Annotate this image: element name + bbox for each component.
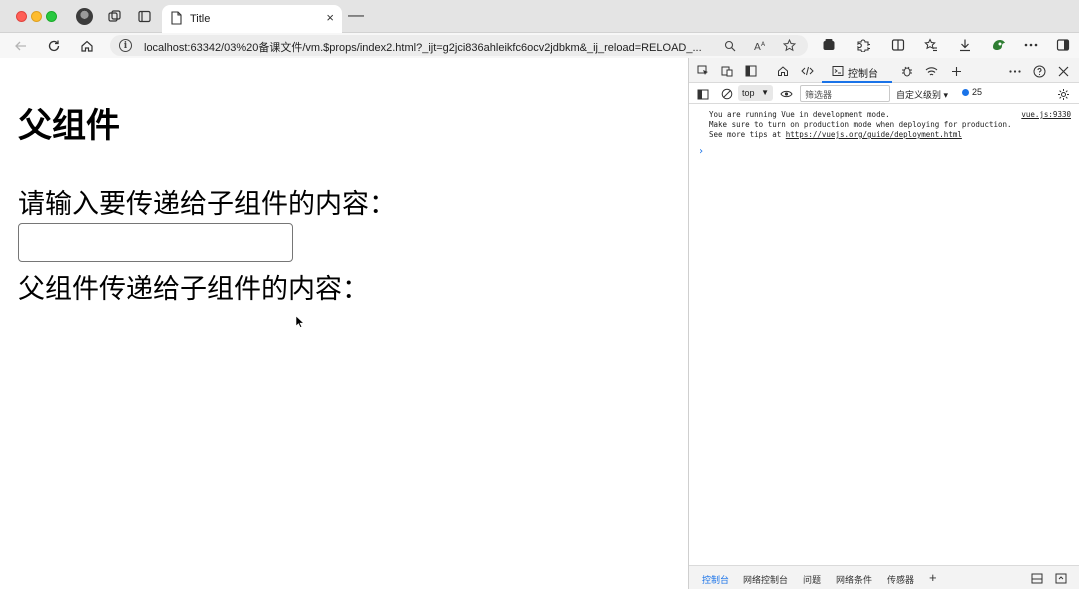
info-icon[interactable]: i bbox=[119, 39, 132, 52]
console-message: You are running Vue in development mode. bbox=[709, 110, 890, 119]
refresh-icon[interactable] bbox=[45, 37, 62, 54]
console-sidebar-icon[interactable] bbox=[695, 86, 711, 102]
input-label: 请输入要传递给子组件的内容： bbox=[18, 189, 396, 220]
drawer-tab-issues[interactable]: 问题 bbox=[803, 573, 821, 586]
new-tab-button[interactable]: — bbox=[348, 8, 364, 24]
maximize-window-button[interactable] bbox=[46, 11, 57, 22]
page-heading: 父组件 bbox=[18, 106, 120, 146]
context-select-value: top bbox=[742, 88, 755, 98]
minimize-window-button[interactable] bbox=[31, 11, 42, 22]
svg-text:A: A bbox=[754, 42, 761, 52]
close-drawer-icon[interactable] bbox=[1054, 571, 1068, 585]
workspaces-icon[interactable] bbox=[106, 8, 122, 24]
devtools-drawer: 控制台 网络控制台 问题 网络条件 传感器 + bbox=[689, 565, 1079, 589]
console-message-tips: See more tips at https://vuejs.org/guide… bbox=[709, 130, 1071, 140]
console-prompt[interactable]: › bbox=[698, 146, 704, 157]
page-viewport: 父组件 请输入要传递给子组件的内容： 父组件传递给子组件的内容： bbox=[0, 58, 688, 589]
context-select[interactable]: top ▼ bbox=[738, 85, 773, 101]
close-tab-button[interactable]: × bbox=[326, 11, 334, 25]
browser-tab-bar: Title × — bbox=[0, 0, 1079, 34]
close-devtools-icon[interactable] bbox=[1055, 63, 1071, 79]
drawer-tab-network-conditions[interactable]: 网络条件 bbox=[836, 573, 872, 586]
devtools-toolbar: 控制台 bbox=[689, 58, 1079, 83]
mouse-cursor-icon bbox=[296, 316, 304, 328]
read-aloud-icon[interactable]: AA bbox=[753, 38, 768, 53]
console-source-link[interactable]: vue.js:9330 bbox=[1021, 110, 1071, 120]
console-toolbar: top ▼ 筛选器 自定义级别 ▾ 25 bbox=[689, 83, 1079, 104]
console-icon bbox=[830, 63, 846, 79]
issues-badge-icon bbox=[962, 88, 969, 96]
address-bar[interactable]: i localhost:63342/03%20备课文件/vm.$props/in… bbox=[110, 35, 808, 56]
deployment-guide-link[interactable]: https://vuejs.org/guide/deployment.html bbox=[786, 130, 962, 139]
navigation-bar: i localhost:63342/03%20备课文件/vm.$props/in… bbox=[0, 33, 1079, 58]
caret-down-icon: ▼ bbox=[761, 88, 769, 97]
issues-count: 25 bbox=[972, 87, 983, 97]
device-emulation-icon[interactable] bbox=[719, 63, 735, 79]
page-icon bbox=[171, 11, 182, 30]
drawer-tab-sensors[interactable]: 传感器 bbox=[887, 573, 914, 586]
clear-console-icon[interactable] bbox=[719, 86, 735, 102]
received-label-text: 父组件传递给子组件的内容： bbox=[18, 274, 369, 305]
drawer-tab-console[interactable]: 控制台 bbox=[702, 573, 729, 589]
more-tools-plus-icon[interactable] bbox=[948, 63, 964, 79]
devtools-more-icon[interactable] bbox=[1007, 63, 1023, 79]
inspect-element-icon[interactable] bbox=[695, 63, 711, 79]
console-settings-gear-icon[interactable] bbox=[1055, 86, 1071, 102]
drawer-tab-network-console[interactable]: 网络控制台 bbox=[743, 573, 788, 586]
console-message: See more tips at bbox=[709, 130, 786, 139]
console-filter-input[interactable]: 筛选器 bbox=[800, 85, 890, 102]
tab-title[interactable]: Title × bbox=[162, 5, 342, 34]
welcome-home-icon[interactable] bbox=[775, 63, 791, 79]
console-message: Make sure to turn on production mode whe… bbox=[709, 120, 1012, 129]
back-icon[interactable] bbox=[12, 37, 29, 54]
console-tab-label: 控制台 bbox=[848, 69, 878, 80]
tab-console[interactable]: 控制台 bbox=[822, 58, 892, 83]
console-messages: You are running Vue in development mode.… bbox=[709, 110, 1071, 140]
log-levels-dropdown[interactable]: 自定义级别 ▾ bbox=[896, 88, 948, 101]
extensions-icon[interactable] bbox=[855, 37, 871, 53]
split-screen-icon[interactable] bbox=[890, 37, 906, 53]
close-window-button[interactable] bbox=[16, 11, 27, 22]
url-text[interactable]: localhost:63342/03%20备课文件/vm.$props/inde… bbox=[144, 39, 714, 55]
performance-icon[interactable] bbox=[990, 37, 1006, 53]
drawer-add-tab-button[interactable]: + bbox=[929, 570, 937, 585]
svg-text:A: A bbox=[761, 41, 766, 48]
network-wifi-icon[interactable] bbox=[923, 63, 939, 79]
sidebar-icon[interactable] bbox=[1055, 37, 1071, 53]
tab-title-label: Title bbox=[190, 13, 211, 25]
issues-counter[interactable]: 25 bbox=[962, 87, 982, 97]
sources-bug-icon[interactable] bbox=[899, 63, 915, 79]
undock-drawer-icon[interactable] bbox=[1030, 571, 1044, 585]
favorites-icon[interactable] bbox=[923, 37, 939, 53]
downloads-icon[interactable] bbox=[957, 37, 973, 53]
collections-icon[interactable] bbox=[821, 37, 837, 53]
received-label: 父组件传递给子组件的内容： bbox=[18, 267, 373, 306]
more-icon[interactable] bbox=[1023, 37, 1039, 53]
dock-side-icon[interactable] bbox=[743, 63, 759, 79]
tab-actions-icon[interactable] bbox=[136, 8, 152, 24]
home-icon[interactable] bbox=[78, 37, 95, 54]
help-icon[interactable] bbox=[1031, 63, 1047, 79]
live-expression-eye-icon[interactable] bbox=[778, 86, 794, 102]
favorite-icon[interactable] bbox=[782, 38, 797, 53]
elements-tab-icon[interactable] bbox=[799, 63, 815, 79]
message-input[interactable] bbox=[18, 223, 293, 262]
devtools-panel: 控制台 top ▼ 筛选器 自定义级别 ▾ 25 You are running… bbox=[688, 58, 1079, 589]
zoom-icon[interactable] bbox=[722, 38, 737, 53]
profile-avatar[interactable] bbox=[76, 8, 93, 25]
